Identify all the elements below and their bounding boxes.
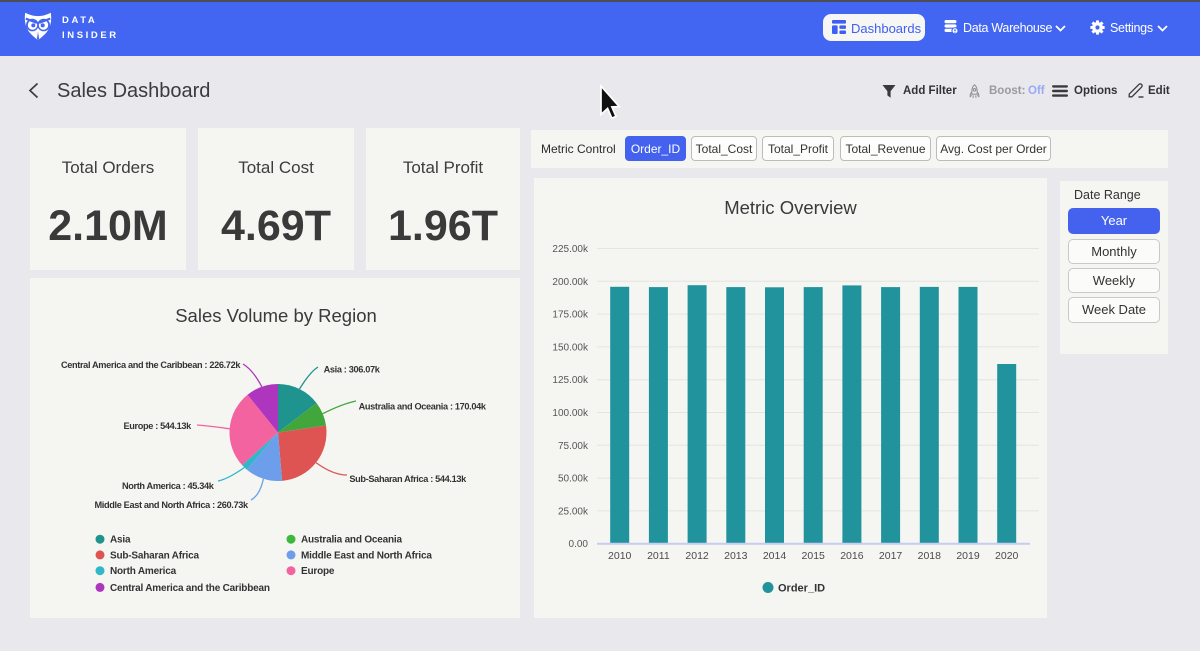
svg-text:Europe: Europe xyxy=(301,566,335,577)
svg-text:2020: 2020 xyxy=(995,550,1019,562)
svg-text:50.00k: 50.00k xyxy=(558,474,589,485)
svg-text:150.00k: 150.00k xyxy=(552,342,589,353)
svg-text:North America: North America xyxy=(110,566,177,577)
svg-text:225.00k: 225.00k xyxy=(552,244,589,255)
svg-text:200.00k: 200.00k xyxy=(552,277,589,288)
svg-text:2019: 2019 xyxy=(956,550,980,562)
svg-text:Middle East and North Africa: Middle East and North Africa xyxy=(301,550,432,561)
svg-text:2014: 2014 xyxy=(763,550,787,562)
svg-text:0.00: 0.00 xyxy=(569,539,589,550)
svg-text:75.00k: 75.00k xyxy=(558,441,589,452)
svg-text:2010: 2010 xyxy=(608,550,632,562)
svg-text:Australia and Oceania : 170.04: Australia and Oceania : 170.04k xyxy=(359,402,487,412)
svg-text:Central America and the Caribb: Central America and the Caribbean : 226.… xyxy=(61,360,241,370)
svg-text:2011: 2011 xyxy=(647,550,670,562)
svg-text:Sub-Saharan Africa: Sub-Saharan Africa xyxy=(110,550,199,561)
svg-text:Central America and the Caribb: Central America and the Caribbean xyxy=(110,583,270,594)
svg-text:2012: 2012 xyxy=(685,550,709,562)
svg-text:Sub-Saharan Africa : 544.13k: Sub-Saharan Africa : 544.13k xyxy=(349,474,467,484)
svg-text:2016: 2016 xyxy=(840,550,864,562)
svg-text:2017: 2017 xyxy=(879,550,903,562)
svg-text:North America : 45.34k: North America : 45.34k xyxy=(122,481,215,491)
svg-text:25.00k: 25.00k xyxy=(558,506,589,517)
svg-text:Europe : 544.13k: Europe : 544.13k xyxy=(123,421,192,431)
svg-text:125.00k: 125.00k xyxy=(552,375,589,386)
svg-text:Metric Overview: Metric Overview xyxy=(724,197,857,218)
svg-text:Sales Volume by Region: Sales Volume by Region xyxy=(175,305,377,326)
svg-text:100.00k: 100.00k xyxy=(552,408,589,419)
svg-text:Asia: Asia xyxy=(110,535,131,546)
svg-text:2013: 2013 xyxy=(724,550,748,562)
svg-text:2015: 2015 xyxy=(802,550,826,562)
svg-text:Order_ID: Order_ID xyxy=(778,583,825,595)
svg-text:175.00k: 175.00k xyxy=(552,310,589,321)
svg-text:Australia and Oceania: Australia and Oceania xyxy=(301,535,402,546)
svg-text:2018: 2018 xyxy=(918,550,942,562)
svg-text:Middle East and North Africa :: Middle East and North Africa : 260.73k xyxy=(94,500,249,510)
svg-text:Asia : 306.07k: Asia : 306.07k xyxy=(324,364,381,374)
